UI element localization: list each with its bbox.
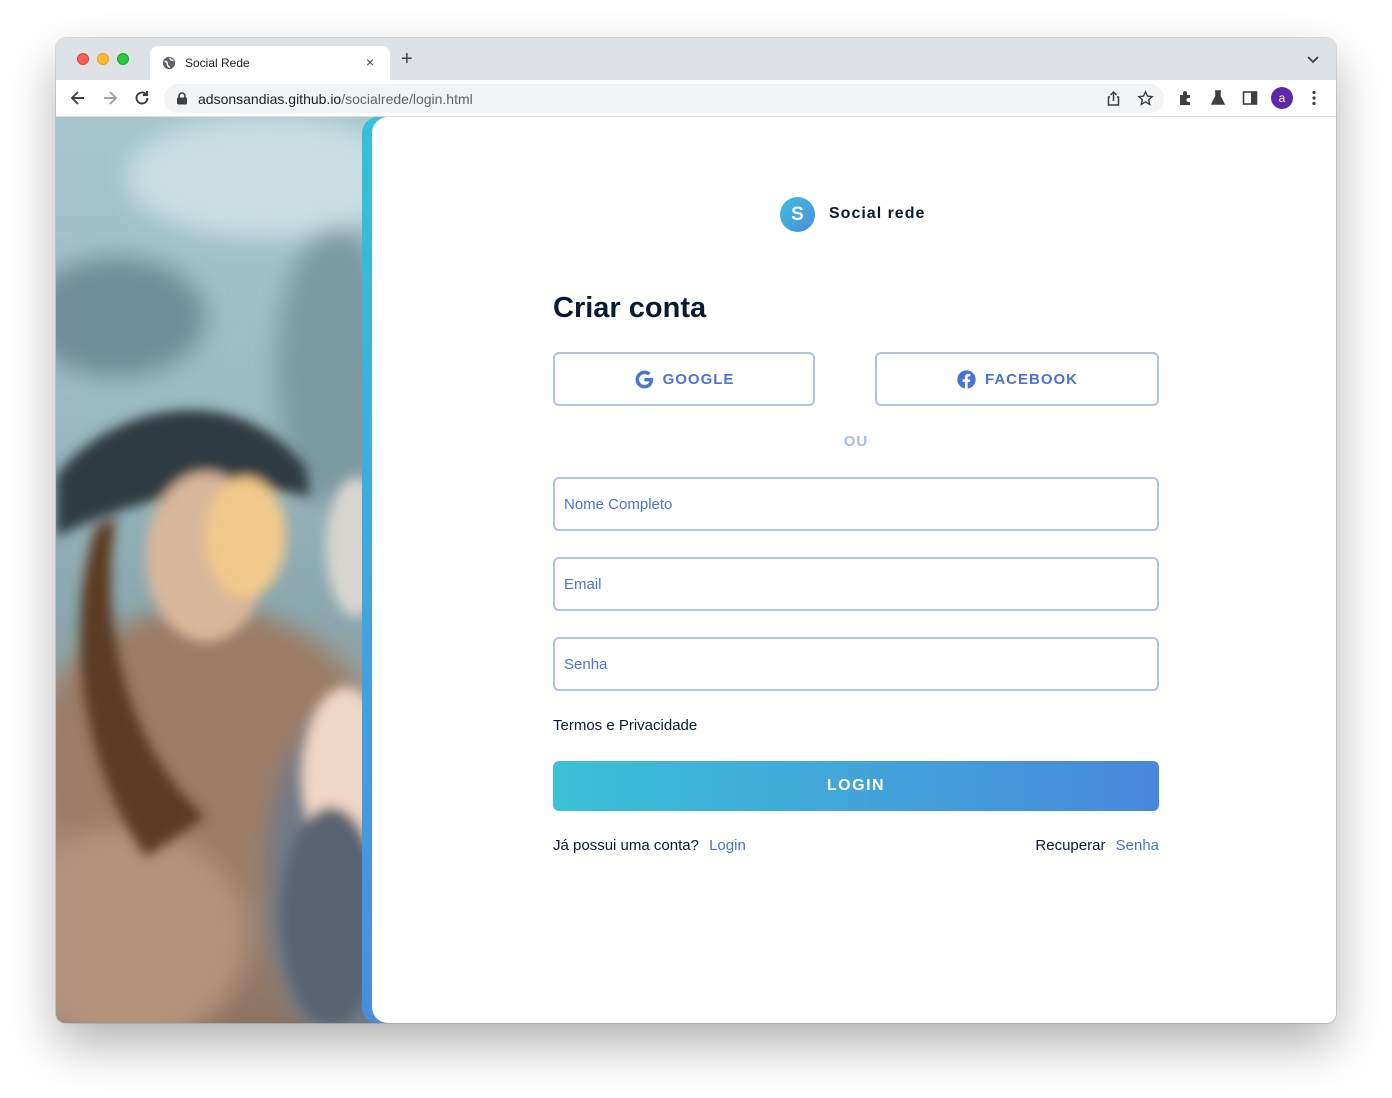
url-text: adsonsandias.github.io/socialrede/login.…	[198, 91, 473, 107]
address-bar[interactable]: adsonsandias.github.io/socialrede/login.…	[164, 84, 1164, 113]
reload-icon[interactable]	[132, 88, 152, 108]
facebook-button-label: FACEBOOK	[984, 370, 1078, 388]
recover-password-link[interactable]: Senha	[1116, 837, 1159, 854]
back-arrow-icon[interactable]	[68, 88, 88, 108]
google-icon	[635, 370, 653, 388]
tab-title: Social Rede	[185, 56, 250, 70]
hero-photo	[56, 117, 386, 1023]
have-account-text: Já possui uma conta?	[553, 837, 699, 854]
url-host: adsonsandias.github.io	[198, 91, 342, 107]
page-title: Criar conta	[553, 292, 707, 324]
globe-icon	[162, 56, 176, 70]
google-signup-button[interactable]: GOOGLE	[553, 352, 815, 406]
browser-tab[interactable]: Social Rede ×	[150, 46, 390, 80]
side-panel-icon[interactable]	[1241, 89, 1259, 107]
facebook-signup-button[interactable]: FACEBOOK	[875, 352, 1159, 406]
labs-icon[interactable]	[1209, 89, 1227, 107]
profile-avatar[interactable]: a	[1271, 87, 1293, 109]
url-path: /socialrede/login.html	[341, 91, 473, 107]
recover-text: Recuperar	[1035, 837, 1106, 854]
minimize-window-button[interactable]	[97, 53, 109, 65]
login-link[interactable]: Login	[709, 837, 746, 854]
full-name-input[interactable]	[553, 477, 1159, 531]
close-window-button[interactable]	[77, 53, 89, 65]
email-input[interactable]	[553, 557, 1159, 611]
tab-close-icon[interactable]: ×	[366, 54, 374, 70]
password-input[interactable]	[553, 637, 1159, 691]
extensions-icon[interactable]	[1177, 89, 1195, 107]
forward-arrow-icon[interactable]	[100, 88, 120, 108]
browser-window: Social Rede × + adsonsandias.github.io/s…	[56, 38, 1336, 1023]
terms-link[interactable]: Termos e Privacidade	[553, 717, 697, 734]
maximize-window-button[interactable]	[117, 53, 129, 65]
lock-icon[interactable]	[176, 92, 188, 105]
star-icon[interactable]	[1137, 90, 1154, 107]
signup-panel: S Social rede Criar conta GOOGLE FACEBOO…	[372, 117, 1336, 1023]
or-divider: OU	[843, 433, 869, 450]
chevron-down-icon[interactable]	[1306, 52, 1320, 66]
page-content: S Social rede Criar conta GOOGLE FACEBOO…	[56, 117, 1336, 1023]
more-menu-icon[interactable]	[1305, 89, 1323, 107]
browser-toolbar: adsonsandias.github.io/socialrede/login.…	[56, 80, 1336, 117]
brand-logo: S	[780, 197, 815, 232]
hero-photo-illustration	[56, 117, 386, 1023]
share-icon[interactable]	[1105, 90, 1122, 107]
new-tab-button[interactable]: +	[401, 49, 413, 69]
login-button[interactable]: LOGIN	[553, 761, 1159, 811]
facebook-icon	[957, 369, 976, 389]
tab-strip: Social Rede × +	[56, 38, 1336, 80]
have-account-row: Já possui uma conta? Login	[553, 837, 746, 854]
google-button-label: GOOGLE	[662, 370, 735, 388]
recover-row: Recuperar Senha	[1035, 837, 1159, 854]
brand-name: Social rede	[829, 205, 926, 222]
